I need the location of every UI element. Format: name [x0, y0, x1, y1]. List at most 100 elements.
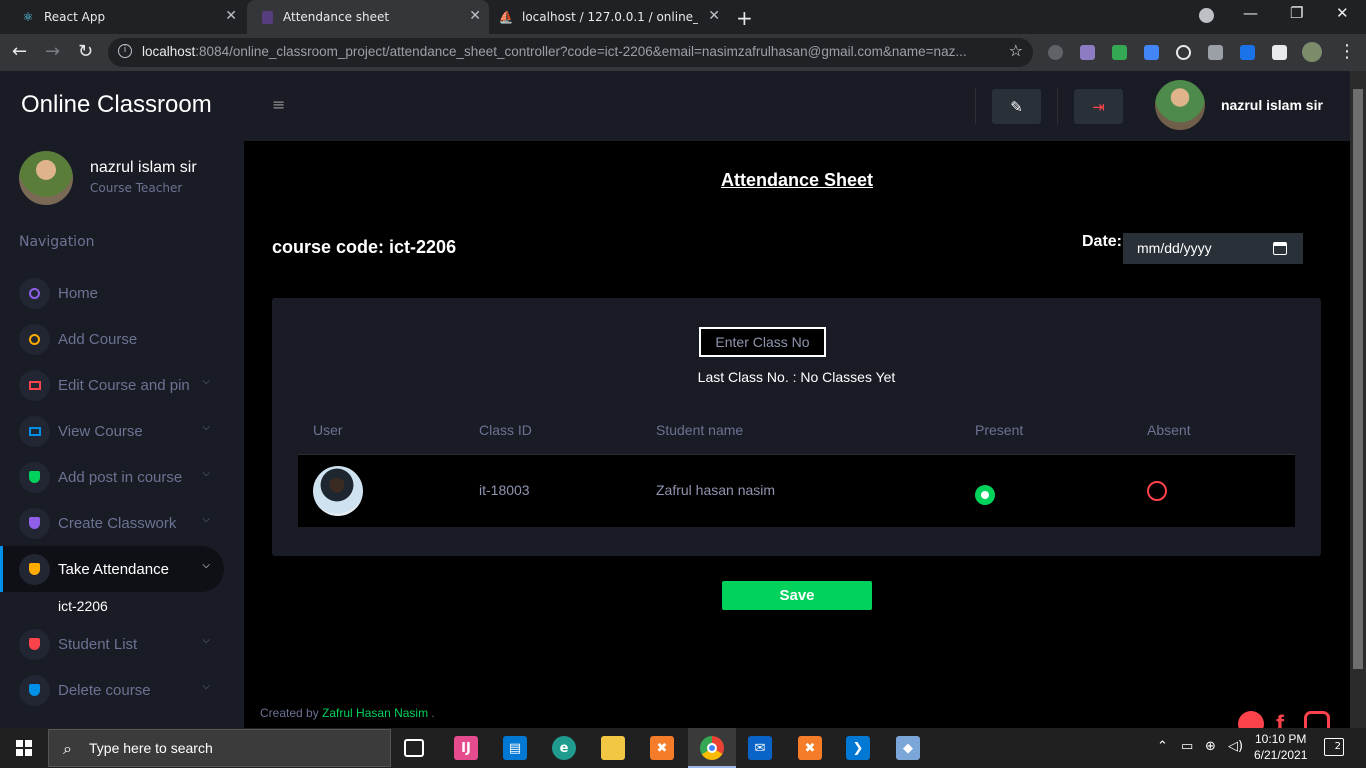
top-navbar: ≡ ✎ ⇥ nazrul islam sir: [244, 71, 1350, 141]
sidebar-item-add-post[interactable]: Add post in course ⌵: [0, 454, 224, 500]
tab-label: Attendance sheet: [283, 10, 390, 24]
phpmyadmin-icon: ⛵: [498, 10, 514, 24]
puzzle-icon[interactable]: [1272, 45, 1287, 60]
vscode-icon[interactable]: ❯: [846, 736, 870, 760]
sidebar-item-delete-course[interactable]: Delete course ⌵: [0, 667, 224, 713]
tab-attendance-sheet[interactable]: Attendance sheet ✕: [247, 0, 489, 34]
url-text: localhost:8084/online_classroom_project/…: [142, 44, 967, 59]
sidebar-item-label: View Course: [58, 422, 143, 440]
sidebar-item-home[interactable]: Home: [0, 270, 224, 316]
scrollbar[interactable]: [1350, 71, 1366, 728]
windows-start-icon[interactable]: [16, 740, 32, 756]
extension-icon[interactable]: [1048, 45, 1063, 60]
save-button[interactable]: Save: [722, 581, 872, 610]
edit-button[interactable]: ✎: [992, 89, 1041, 124]
shield-icon: [19, 461, 50, 493]
extension-icon[interactable]: [1144, 45, 1159, 60]
column-header-present: Present: [975, 422, 1024, 438]
minimize-button[interactable]: —: [1243, 4, 1258, 22]
close-icon[interactable]: ✕: [708, 8, 720, 24]
brand-title[interactable]: Online Classroom: [21, 91, 212, 119]
network-icon[interactable]: ⊕: [1205, 739, 1216, 754]
screen: ⚛ React App ✕ Attendance sheet ✕ ⛵ local…: [0, 0, 1366, 768]
profile-avatar-icon[interactable]: [1302, 42, 1322, 62]
attendance-card: Enter Class No Last Class No. : No Class…: [272, 298, 1321, 556]
xampp-icon[interactable]: ✖: [650, 736, 674, 760]
sidebar-item-add-course[interactable]: Add Course: [0, 316, 224, 362]
task-view-icon[interactable]: [404, 739, 424, 757]
sidebar-item-edit-course[interactable]: Edit Course and pin ⌵: [0, 362, 224, 408]
sidebar-item-label: Create Classwork: [58, 514, 177, 532]
jetbrains-icon[interactable]: IJ: [454, 736, 478, 760]
menu-icon[interactable]: ⋮: [1338, 41, 1356, 62]
close-icon[interactable]: ✕: [225, 8, 237, 24]
date-field[interactable]: mm/dd/yyyy: [1123, 233, 1303, 264]
battery-icon[interactable]: ▭: [1181, 739, 1193, 754]
sidebar-item-create-classwork[interactable]: Create Classwork ⌵: [0, 500, 224, 546]
sidebar-item-take-attendance[interactable]: Take Attendance ⌵: [0, 546, 224, 592]
top-user-name[interactable]: nazrul islam sir: [1221, 97, 1323, 113]
menu-toggle-icon[interactable]: ≡: [272, 95, 285, 114]
volume-icon[interactable]: ◁): [1228, 739, 1243, 754]
extension-icon[interactable]: [1080, 45, 1095, 60]
column-header-student-name: Student name: [656, 422, 744, 438]
close-window-button[interactable]: ✕: [1336, 4, 1349, 22]
scrollbar-thumb[interactable]: [1353, 89, 1363, 669]
column-header-absent: Absent: [1147, 422, 1191, 438]
sidebar-item-view-course[interactable]: View Course ⌵: [0, 408, 224, 454]
back-icon[interactable]: ←: [12, 41, 27, 62]
student-name-cell: Zafrul hasan nasim: [656, 482, 776, 498]
sidebar-subitem-course[interactable]: ict-2206: [58, 598, 108, 614]
main-content: Attendance Sheet course code: ict-2206 D…: [244, 141, 1350, 728]
tab-search-icon[interactable]: [1199, 8, 1214, 23]
class-id-cell: it-18003: [479, 482, 530, 498]
xampp-icon[interactable]: ✖: [798, 736, 822, 760]
file-explorer-icon[interactable]: [601, 736, 625, 760]
absent-radio[interactable]: [1147, 481, 1167, 501]
chrome-icon[interactable]: [700, 736, 724, 760]
avatar[interactable]: [1155, 80, 1205, 130]
new-tab-button[interactable]: +: [736, 6, 753, 30]
chevron-down-icon: ⌵: [202, 560, 210, 571]
taskbar: ⌕ Type here to search IJ ▤ e ✖ ✉ ✖ ❯ ◆ ⌃…: [0, 728, 1366, 768]
close-icon[interactable]: ✕: [469, 8, 481, 24]
extension-icon[interactable]: [1240, 45, 1255, 60]
maximize-button[interactable]: ❐: [1290, 4, 1303, 22]
bookmark-star-icon[interactable]: ☆: [1009, 41, 1023, 60]
laptop-icon: [19, 369, 50, 401]
tab-phpmyadmin[interactable]: ⛵ localhost / 127.0.0.1 / online_clas ✕: [490, 0, 728, 34]
mail-icon[interactable]: ✉: [748, 736, 772, 760]
calendar-icon[interactable]: [1273, 242, 1287, 255]
author-link[interactable]: Zafrul Hasan Nasim: [322, 706, 428, 720]
virtualbox-icon[interactable]: ◆: [896, 736, 920, 760]
sidebar-item-student-list[interactable]: Student List ⌵: [0, 621, 224, 667]
chevron-up-icon[interactable]: ⌃: [1157, 739, 1168, 754]
edge-icon[interactable]: e: [552, 736, 576, 760]
chevron-down-icon: ⌵: [202, 376, 210, 387]
info-icon[interactable]: i: [118, 44, 132, 58]
store-icon[interactable]: ▤: [503, 736, 527, 760]
url-bar[interactable]: i localhost:8084/online_classroom_projec…: [108, 38, 1033, 67]
date-placeholder: mm/dd/yyyy: [1137, 240, 1212, 256]
extension-icon[interactable]: [1112, 45, 1127, 60]
divider: [1057, 88, 1058, 124]
tab-react-app[interactable]: ⚛ React App ✕: [0, 0, 245, 34]
camera-icon[interactable]: [1208, 45, 1223, 60]
present-radio[interactable]: [975, 485, 995, 505]
extension-icon[interactable]: [1176, 45, 1191, 60]
sidebar-item-label: Delete course: [58, 681, 151, 699]
sidebar-item-label: Home: [58, 284, 99, 302]
class-no-input[interactable]: Enter Class No: [699, 327, 826, 357]
forward-icon[interactable]: →: [45, 41, 60, 62]
page-title: Attendance Sheet: [720, 170, 874, 190]
logout-button[interactable]: ⇥: [1074, 89, 1123, 124]
system-clock[interactable]: 10:10 PM 6/21/2021: [1254, 731, 1307, 763]
react-icon: ⚛: [22, 10, 34, 24]
shield-icon: [19, 628, 50, 660]
column-header-class-id: Class ID: [479, 422, 532, 438]
divider: [975, 88, 976, 124]
clock-date: 6/21/2021: [1254, 748, 1308, 762]
reload-icon[interactable]: ↻: [78, 41, 93, 62]
notification-icon[interactable]: 2: [1324, 738, 1344, 756]
taskbar-search[interactable]: ⌕ Type here to search: [48, 729, 391, 767]
